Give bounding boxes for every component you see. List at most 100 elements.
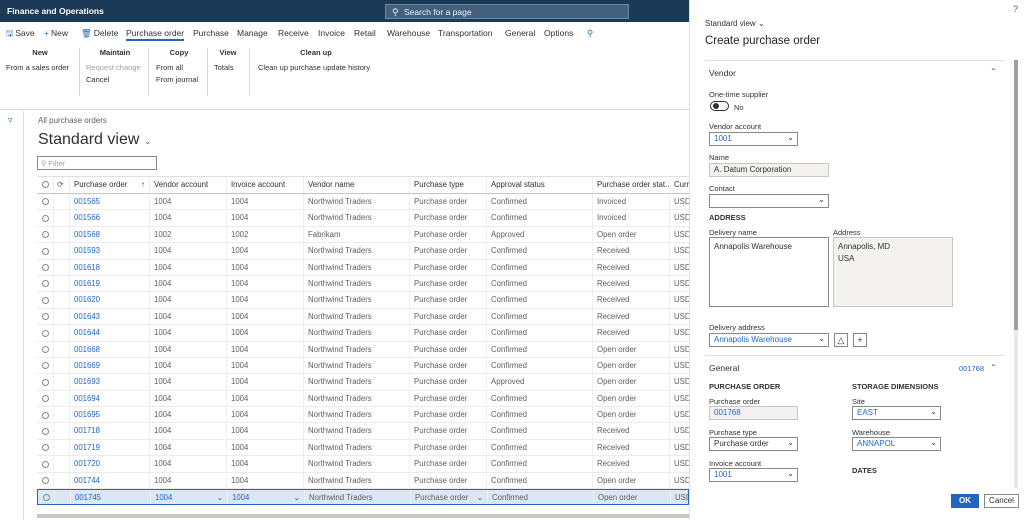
row-select-checkbox[interactable]: [37, 439, 54, 456]
cell-purchase-order[interactable]: 001618: [70, 259, 150, 275]
delivery-name-field[interactable]: Annapolis Warehouse: [709, 237, 829, 307]
cell-purchase-order[interactable]: 001693: [70, 374, 150, 390]
filter-pane-strip[interactable]: ▿: [0, 111, 24, 520]
cell-purchase-order[interactable]: 001718: [70, 423, 150, 439]
tab-transportation[interactable]: Transportation: [438, 28, 493, 38]
table-row[interactable]: 001644 1004 1004 Northwind Traders Purchase …: [37, 325, 689, 342]
tab-receive[interactable]: Receive: [278, 28, 309, 38]
table-row[interactable]: 001694 1004 1004 Northwind Traders Purchase …: [37, 390, 689, 408]
request-change-button[interactable]: Request change: [86, 63, 144, 72]
invoice-account-field[interactable]: 1001 ⌄: [709, 468, 798, 482]
table-row[interactable]: 001745 1004 ⌄ 1004 ⌄ Northwind Traders Purchas…: [37, 489, 690, 506]
ok-button[interactable]: OK: [951, 494, 979, 508]
tab-manage[interactable]: Manage: [237, 28, 268, 38]
row-select-checkbox[interactable]: [37, 456, 54, 472]
col-purchase-order[interactable]: Purchase order ↑: [70, 177, 150, 193]
table-row[interactable]: 001718 1004 1004 Northwind Traders Purchase …: [37, 423, 689, 440]
totals-button[interactable]: Totals: [214, 63, 242, 72]
site-field[interactable]: EAST ⌄: [852, 406, 941, 420]
cell-purchase-order[interactable]: 001619: [70, 275, 150, 292]
col-po-status[interactable]: Purchase order stat...: [593, 177, 670, 193]
table-row[interactable]: 001669 1004 1004 Northwind Traders Purchase …: [37, 357, 689, 375]
vendor-section-header[interactable]: Vendor: [709, 68, 736, 78]
cell-purchase-order[interactable]: 001669: [70, 357, 150, 374]
table-row[interactable]: 001566 1004 1004 Northwind Traders Purchase …: [37, 210, 689, 227]
table-row[interactable]: 001619 1004 1004 Northwind Traders Purchase …: [37, 275, 689, 293]
address-field[interactable]: Annapolis, MD USA: [833, 237, 953, 307]
row-select-checkbox[interactable]: [37, 472, 54, 489]
add-address-button[interactable]: +: [853, 333, 867, 347]
scroll-thumb[interactable]: [1014, 60, 1018, 330]
contact-field[interactable]: ⌄: [709, 194, 829, 208]
table-row[interactable]: 001668 1004 1004 Northwind Traders Purchase …: [37, 341, 689, 358]
table-row[interactable]: 001643 1004 1004 Northwind Traders Purchase …: [37, 308, 689, 326]
row-select-checkbox[interactable]: [37, 407, 54, 423]
refresh-icon[interactable]: ⟳: [54, 177, 70, 193]
col-currency[interactable]: Curr: [670, 177, 689, 193]
row-select-checkbox[interactable]: [37, 243, 54, 259]
table-row[interactable]: 001695 1004 1004 Northwind Traders Purchase …: [37, 407, 689, 424]
cell-purchase-order[interactable]: 001568: [70, 226, 150, 243]
cell-purchase-order[interactable]: 001644: [70, 325, 150, 341]
cell-purchase-order[interactable]: 001744: [70, 472, 150, 489]
row-select-checkbox[interactable]: [37, 325, 54, 341]
row-select-checkbox[interactable]: [37, 374, 54, 390]
row-select-checkbox[interactable]: [37, 357, 54, 374]
tab-options[interactable]: Options: [544, 28, 573, 38]
table-row[interactable]: 001565 1004 1004 Northwind Traders Purchase …: [37, 194, 689, 211]
cell-purchase-order[interactable]: 001566: [70, 210, 150, 226]
cell-purchase-order[interactable]: 001565: [70, 194, 150, 210]
table-row[interactable]: 001693 1004 1004 Northwind Traders Purchase …: [37, 374, 689, 391]
row-select-checkbox[interactable]: [37, 390, 54, 407]
cell-purchase-order[interactable]: 001694: [70, 390, 150, 407]
horizontal-scrollbar[interactable]: [37, 514, 689, 518]
row-select-checkbox[interactable]: [37, 423, 54, 439]
po-number-field[interactable]: 001768: [709, 406, 798, 420]
col-invoice-account[interactable]: Invoice account: [227, 177, 304, 193]
cell-purchase-order[interactable]: 001643: [70, 308, 150, 325]
delivery-address-field[interactable]: Annapolis Warehouse ⌄: [709, 333, 829, 347]
address-details-button[interactable]: △: [834, 333, 848, 347]
tab-purchase[interactable]: Purchase: [193, 28, 229, 38]
cell-purchase-order[interactable]: 001745: [71, 490, 151, 505]
table-row[interactable]: 001593 1004 1004 Northwind Traders Purchase …: [37, 243, 689, 260]
row-select-checkbox[interactable]: [38, 490, 55, 505]
vendor-account-field[interactable]: 1001 ⌄: [709, 132, 798, 146]
col-purchase-type[interactable]: Purchase type: [410, 177, 487, 193]
cleanup-history-button[interactable]: Clean up purchase update history: [258, 63, 374, 72]
funnel-icon[interactable]: ▿: [8, 115, 13, 126]
table-row[interactable]: 001620 1004 1004 Northwind Traders Purchase …: [37, 292, 689, 309]
tab-general[interactable]: General: [505, 28, 535, 38]
tab-warehouse[interactable]: Warehouse: [387, 28, 430, 38]
panel-scrollbar[interactable]: [1014, 60, 1018, 488]
row-select-checkbox[interactable]: [37, 194, 54, 210]
table-row[interactable]: 001568 1002 1002 Fabrikam Purchase order Appr…: [37, 226, 689, 244]
one-time-toggle[interactable]: [710, 101, 729, 111]
warehouse-field[interactable]: ANNAPOL ⌄: [852, 437, 941, 451]
cell-purchase-order[interactable]: 001720: [70, 456, 150, 472]
table-row[interactable]: 001618 1004 1004 Northwind Traders Purchase …: [37, 259, 689, 276]
row-select-checkbox[interactable]: [37, 341, 54, 357]
table-row[interactable]: 001719 1004 1004 Northwind Traders Purchase …: [37, 439, 689, 457]
row-select-checkbox[interactable]: [37, 210, 54, 226]
save-button[interactable]: 🖫 Save: [6, 28, 35, 42]
tab-invoice[interactable]: Invoice: [318, 28, 345, 38]
tab-retail[interactable]: Retail: [354, 28, 376, 38]
col-vendor-account[interactable]: Vendor account: [150, 177, 227, 193]
panel-view-selector[interactable]: Standard view ⌄: [705, 19, 765, 28]
cancel-button[interactable]: Cancel: [984, 494, 1019, 508]
general-section-header[interactable]: General: [709, 363, 739, 373]
from-sales-order-button[interactable]: From a sales order: [6, 63, 74, 72]
row-select-checkbox[interactable]: [37, 226, 54, 243]
cell-purchase-order[interactable]: 001668: [70, 341, 150, 357]
row-select-checkbox[interactable]: [37, 292, 54, 308]
filter-input[interactable]: ⚲ Filter: [37, 156, 157, 170]
select-all-checkbox[interactable]: [37, 177, 54, 193]
delete-button[interactable]: 🗑 Delete: [81, 28, 118, 39]
tab-purchase-order[interactable]: Purchase order: [126, 28, 185, 41]
name-field[interactable]: A. Datum Corporation: [709, 163, 829, 177]
search-box[interactable]: ⚲ Search for a page: [385, 4, 629, 19]
row-select-checkbox[interactable]: [37, 308, 54, 325]
cell-purchase-order[interactable]: 001719: [70, 439, 150, 456]
row-select-checkbox[interactable]: [37, 275, 54, 292]
